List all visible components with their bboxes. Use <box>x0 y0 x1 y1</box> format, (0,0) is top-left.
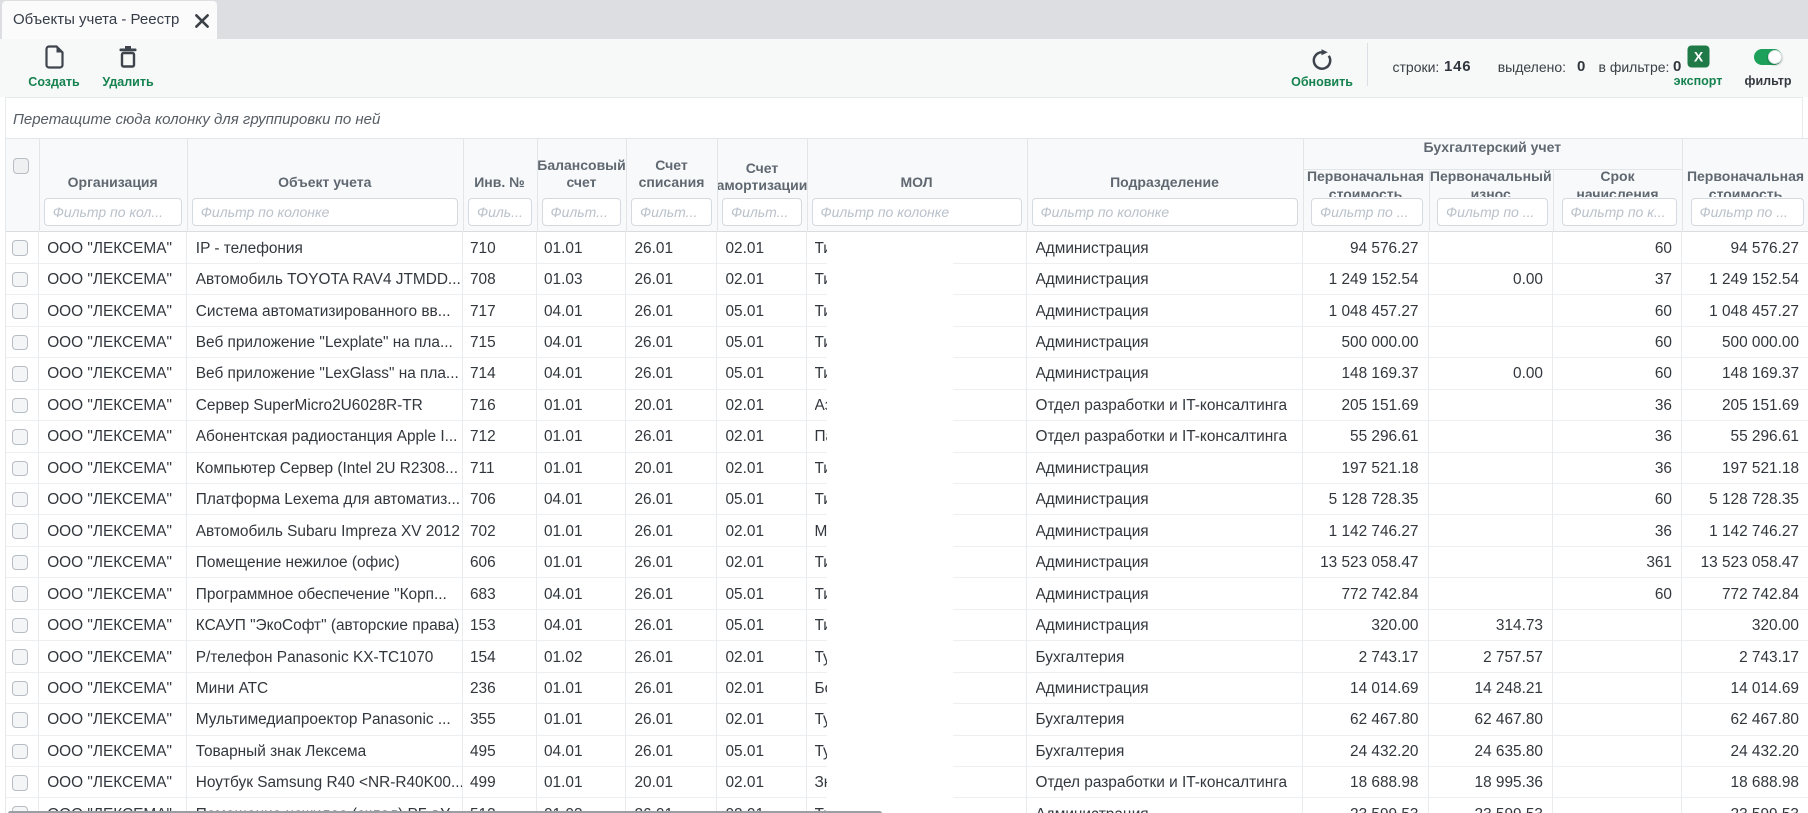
svg-text:X: X <box>1693 49 1703 65</box>
